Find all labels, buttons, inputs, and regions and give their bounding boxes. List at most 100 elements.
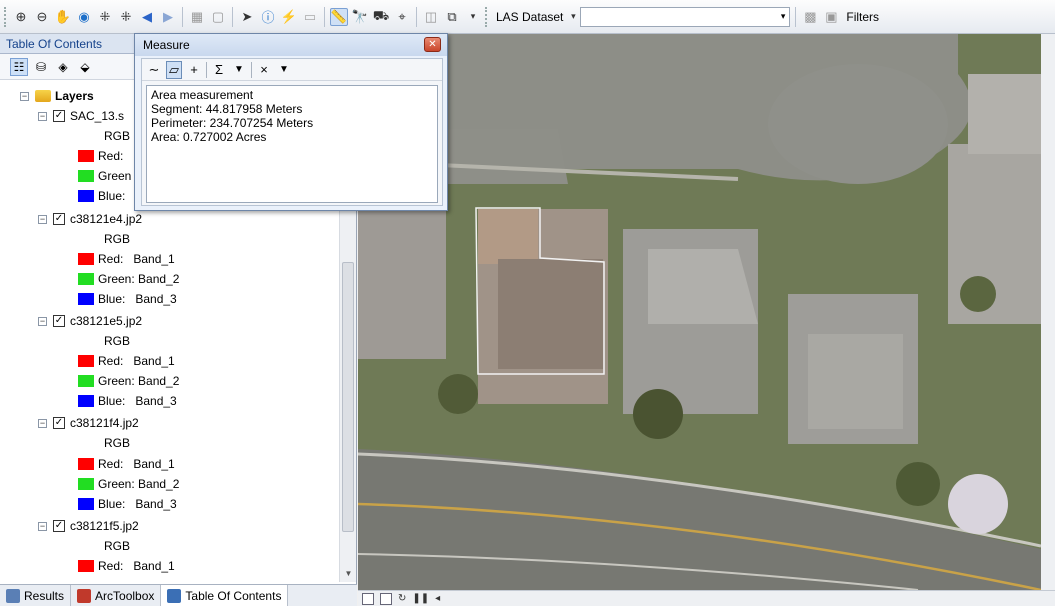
- toolbar-grip[interactable]: [485, 6, 488, 27]
- list-by-drawing-order-icon[interactable]: ☷: [10, 57, 28, 76]
- layer-row[interactable]: − ✓ c38121f5.jp2: [38, 516, 139, 536]
- refresh-icon[interactable]: ↻: [398, 593, 406, 604]
- hyperlink-icon[interactable]: ⚡: [280, 8, 298, 26]
- go-to-xy-icon[interactable]: ⌖: [393, 8, 411, 26]
- las-layer-combo[interactable]: ▾: [580, 6, 791, 27]
- clear-selection-icon[interactable]: ▢: [209, 8, 227, 26]
- result-line: Area: 0.727002 Acres: [151, 130, 267, 144]
- map-bottom-bar: ↻ ❚❚ ◂: [358, 590, 1055, 606]
- forward-extent-icon[interactable]: ▶: [159, 8, 177, 26]
- layer-row[interactable]: − ✓ c38121f4.jp2: [38, 413, 139, 433]
- main-toolbar: ⊕ ⊖ ✋ ◉ ⁜ ⁜ ◀ ▶ ▦ ▢ ➤ ⓘ ⚡ ▭ 📏 🔭 ⛟ ⌖ ◫ ⧉ …: [0, 0, 1055, 34]
- band-label: Red: Band_1: [98, 354, 175, 368]
- dialog-title-bar[interactable]: Measure ✕: [135, 34, 447, 56]
- layer-row[interactable]: − ✓ SAC_13.s: [38, 106, 124, 126]
- measurement-type-dropdown-icon[interactable]: ▼: [276, 61, 292, 79]
- show-total-icon[interactable]: Σ: [211, 61, 227, 79]
- list-by-visibility-icon[interactable]: ◈: [54, 58, 72, 76]
- toolbar-grip[interactable]: [4, 6, 7, 27]
- toolbar-options-icon[interactable]: ▾: [464, 8, 482, 26]
- zoom-in-icon[interactable]: ⊕: [12, 8, 30, 26]
- choose-units-icon[interactable]: ▼: [231, 61, 247, 79]
- results-icon: [6, 589, 20, 603]
- visibility-checkbox[interactable]: ✓: [53, 417, 65, 429]
- scroll-down-icon[interactable]: ▼: [340, 566, 357, 582]
- identify-icon[interactable]: ⓘ: [259, 8, 277, 26]
- result-line: Segment: 44.817958 Meters: [151, 102, 303, 116]
- measure-icon[interactable]: 📏: [330, 7, 348, 26]
- las-dataset-dropdown[interactable]: LAS Dataset: [493, 10, 566, 24]
- red-swatch: [78, 560, 94, 572]
- result-line: Area measurement: [151, 88, 254, 102]
- map-view[interactable]: [358, 34, 1041, 590]
- green-swatch: [78, 273, 94, 285]
- viewer-window-icon[interactable]: ⧉: [443, 8, 461, 26]
- layer-row[interactable]: − ✓ c38121e5.jp2: [38, 311, 142, 331]
- toolbar-separator: [795, 6, 797, 27]
- clear-results-icon[interactable]: ×: [256, 61, 272, 79]
- band-label: Blue:: [98, 189, 126, 203]
- green-swatch: [78, 375, 94, 387]
- select-elements-icon[interactable]: ➤: [238, 8, 256, 26]
- band-row: Red: Band_1: [78, 249, 175, 269]
- fixed-zoom-in-icon[interactable]: ⁜: [96, 8, 114, 26]
- pause-drawing-icon[interactable]: ❚❚: [412, 593, 429, 604]
- list-by-source-icon[interactable]: ⛁: [32, 58, 50, 76]
- visibility-checkbox[interactable]: ✓: [53, 520, 65, 532]
- measure-feature-icon[interactable]: +: [186, 61, 202, 79]
- layout-view-icon[interactable]: [380, 592, 392, 605]
- pan-icon[interactable]: ✋: [54, 8, 72, 26]
- band-label: Red:: [98, 149, 124, 163]
- band-label: Red: Band_1: [98, 457, 175, 471]
- layers-icon: [35, 90, 51, 102]
- full-extent-icon[interactable]: ◉: [75, 8, 93, 26]
- collapse-icon[interactable]: −: [38, 418, 47, 428]
- fixed-zoom-out-icon[interactable]: ⁜: [117, 8, 135, 26]
- band-row: Red: Band_1: [78, 351, 175, 371]
- find-icon[interactable]: 🔭: [351, 8, 369, 26]
- list-by-selection-icon[interactable]: ⬙: [76, 58, 94, 76]
- collapse-icon[interactable]: −: [38, 111, 47, 121]
- tab-label: ArcToolbox: [95, 589, 155, 603]
- layers-root[interactable]: − Layers: [20, 86, 94, 106]
- toolbar-separator: [206, 61, 207, 78]
- tab-arctoolbox[interactable]: ArcToolbox: [71, 585, 162, 606]
- visibility-checkbox[interactable]: ✓: [53, 110, 65, 122]
- back-extent-icon[interactable]: ◀: [138, 8, 156, 26]
- tab-table-of-contents[interactable]: Table Of Contents: [161, 585, 289, 606]
- html-popup-icon[interactable]: ▭: [301, 8, 319, 26]
- aerial-imagery: [358, 34, 1041, 590]
- data-view-icon[interactable]: [362, 592, 374, 605]
- filters-dropdown[interactable]: Filters: [843, 10, 882, 24]
- red-swatch: [78, 150, 94, 162]
- map-vertical-scrollbar[interactable]: [1041, 34, 1055, 590]
- band-row: Red: Band_1: [78, 556, 175, 576]
- green-swatch: [78, 170, 94, 182]
- measure-line-icon[interactable]: ∼: [146, 61, 162, 79]
- collapse-icon[interactable]: −: [38, 521, 47, 531]
- point-symbology-icon[interactable]: ▩: [801, 8, 819, 26]
- select-features-icon[interactable]: ▦: [188, 8, 206, 26]
- find-route-icon[interactable]: ⛟: [372, 8, 390, 26]
- collapse-icon[interactable]: −: [20, 91, 29, 101]
- zoom-out-icon[interactable]: ⊖: [33, 8, 51, 26]
- visibility-checkbox[interactable]: ✓: [53, 213, 65, 225]
- visibility-checkbox[interactable]: ✓: [53, 315, 65, 327]
- time-slider-icon[interactable]: ◫: [422, 8, 440, 26]
- scroll-left-icon[interactable]: ◂: [435, 593, 440, 604]
- close-button[interactable]: ✕: [424, 37, 441, 52]
- rgb-label: RGB: [104, 129, 131, 143]
- layer-row[interactable]: − ✓ c38121e4.jp2: [38, 209, 142, 229]
- scroll-thumb[interactable]: [342, 262, 354, 532]
- collapse-icon[interactable]: −: [38, 316, 47, 326]
- collapse-icon[interactable]: −: [38, 214, 47, 224]
- band-label: Green: [98, 169, 132, 183]
- band-row: Blue: Band_3: [78, 289, 177, 309]
- surface-icon[interactable]: ▣: [822, 8, 840, 26]
- band-row: Blue: Band_3: [78, 391, 177, 411]
- measure-area-icon[interactable]: ▱: [166, 60, 182, 79]
- tab-results[interactable]: Results: [0, 585, 72, 606]
- chevron-down-icon[interactable]: ▾: [569, 8, 577, 26]
- toolbar-separator: [182, 6, 183, 27]
- dock-tabs: Results ArcToolbox Table Of Contents: [0, 584, 357, 606]
